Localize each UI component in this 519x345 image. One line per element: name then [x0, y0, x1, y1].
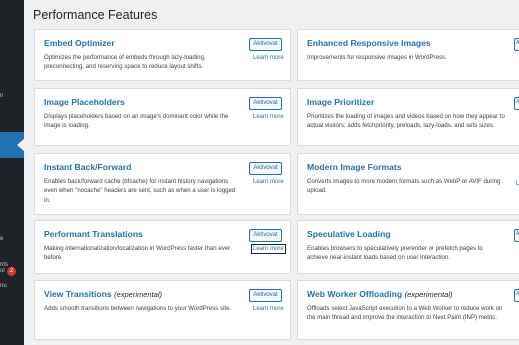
card-title[interactable]: Modern Image Formats [307, 162, 402, 172]
feature-card-performant-translations: Performant Translations Making internati… [34, 220, 291, 274]
learn-more-link[interactable]: Learn more [251, 244, 286, 254]
card-description: Displays placeholders based on an image'… [44, 113, 229, 130]
learn-more-link[interactable]: Learn more [253, 179, 284, 185]
card-title[interactable]: Instant Back/Forward [44, 162, 131, 172]
feature-card-image-placeholders: Image Placeholders Displays placeholders… [34, 88, 291, 146]
feature-card-embed-optimizer: Embed Optimizer Optimizes the performanc… [34, 29, 291, 81]
sidebar-item-fragment[interactable]: ol [0, 268, 5, 274]
page-title: Performance Features [33, 8, 158, 22]
card-title[interactable]: Web Worker Offloading (experimental) [307, 289, 453, 299]
card-description: Making internationalization/localization… [44, 245, 231, 262]
experimental-label: (experimental) [114, 290, 162, 299]
card-title[interactable]: Speculative Loading [307, 229, 391, 239]
admin-sidebar: n e nts ol 2 nu [0, 0, 24, 345]
sidebar-item-fragment[interactable]: nu [0, 283, 7, 289]
card-title[interactable]: Embed Optimizer [44, 38, 115, 48]
card-description: Offloads select JavaScript execution to … [307, 305, 503, 322]
card-description: Converts images to more modern formats s… [307, 178, 501, 195]
feature-card-enhanced-responsive-images: Enhanced Responsive Images Improvements … [297, 29, 519, 81]
card-title[interactable]: Performant Translations [44, 229, 143, 239]
active-menu-arrow-icon [17, 139, 24, 151]
feature-card-view-transitions: View Transitions (experimental) Adds smo… [34, 280, 291, 340]
activate-button[interactable]: Aktivovat [249, 97, 282, 110]
card-title[interactable]: View Transitions (experimental) [44, 289, 162, 299]
update-count-badge: 2 [7, 267, 16, 276]
card-title[interactable]: Image Placeholders [44, 97, 125, 107]
card-title[interactable]: Enhanced Responsive Images [307, 38, 431, 48]
learn-more-link[interactable]: Learn more [253, 55, 284, 61]
card-description: Enables browsers to speculatively preren… [307, 245, 483, 262]
learn-more-link[interactable]: Learn more [253, 114, 284, 120]
card-description: Enables back/forward cache (bfcache) for… [44, 178, 236, 204]
experimental-label: (experimental) [404, 290, 453, 299]
feature-card-instant-back-forward: Instant Back/Forward Enables back/forwar… [34, 153, 291, 215]
activate-button[interactable]: Aktivovat [249, 162, 282, 175]
feature-card-speculative-loading: Speculative Loading Enables browsers to … [297, 220, 519, 274]
feature-card-modern-image-formats: Modern Image Formats Converts images to … [297, 153, 519, 215]
sidebar-item-fragment[interactable]: n [0, 93, 3, 99]
card-title[interactable]: Image Prioritizer [307, 97, 374, 107]
activate-button[interactable]: Aktivovat [249, 38, 282, 51]
card-description: Improvements for responsive images in Wo… [307, 54, 447, 61]
card-description: Prioritizes the loading of images and vi… [307, 113, 505, 130]
feature-card-web-worker-offloading: Web Worker Offloading (experimental) Off… [297, 280, 519, 340]
activate-button[interactable]: Aktivovat [249, 229, 282, 242]
activate-button[interactable]: Aktivovat [249, 289, 282, 302]
card-description: Optimizes the performance of embeds thro… [44, 54, 206, 71]
learn-more-link[interactable]: Learn more [253, 306, 284, 312]
sidebar-item-fragment[interactable]: e [0, 236, 3, 242]
feature-card-image-prioritizer: Image Prioritizer Prioritizes the loadin… [297, 88, 519, 146]
card-description: Adds smooth transitions between navigati… [44, 305, 232, 312]
